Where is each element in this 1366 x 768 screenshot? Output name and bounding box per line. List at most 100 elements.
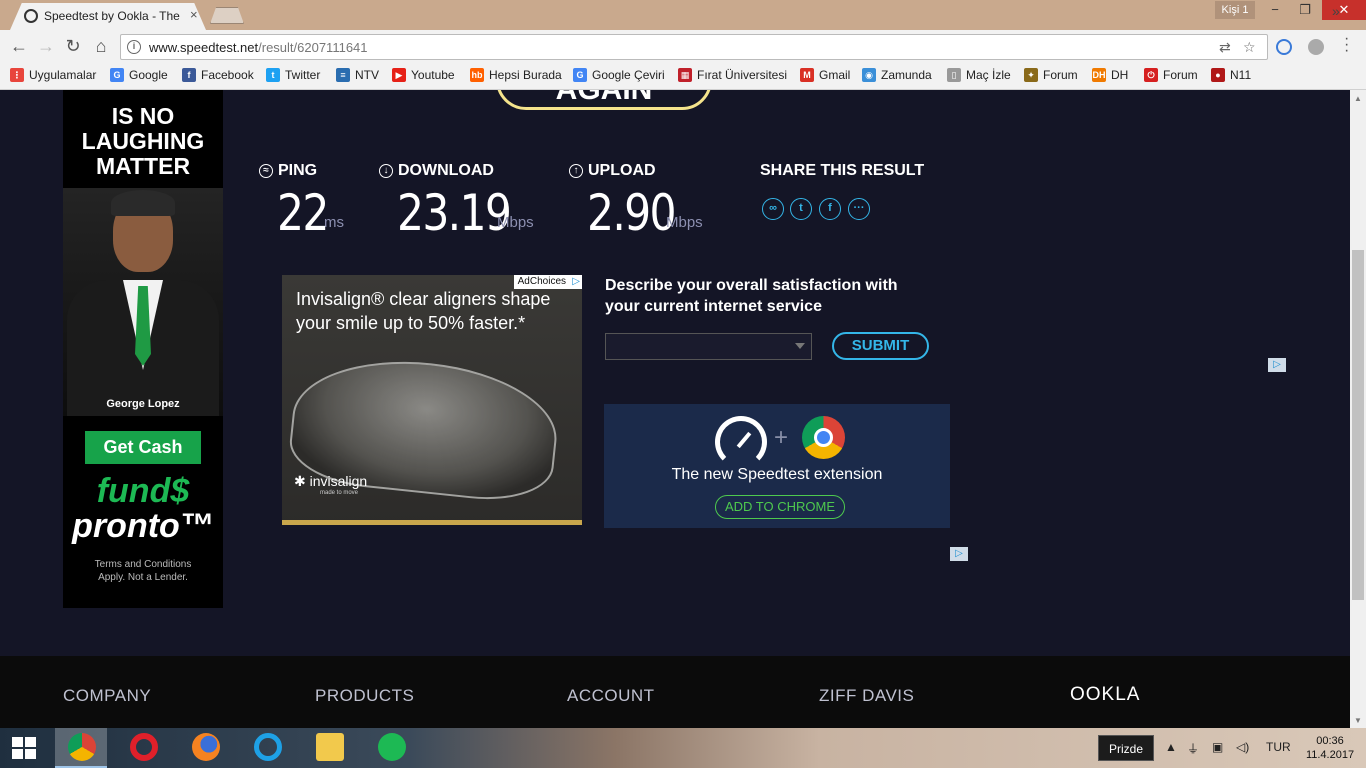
ad-headline-2: LAUGHING	[81, 128, 205, 154]
ookla-logo[interactable]: OOKLA	[1070, 684, 1140, 706]
address-bar[interactable]: i www.speedtest.net/result/6207111641 ⇄ …	[120, 34, 1268, 60]
bookmark-label: Twitter	[285, 68, 321, 82]
home-icon[interactable]: ⌂	[90, 36, 112, 57]
maximize-button[interactable]: ❐	[1290, 0, 1320, 20]
bookmark-item[interactable]: t Twitter	[266, 68, 320, 82]
speedtest-gauge-icon	[715, 416, 767, 468]
bookmark-item[interactable]: ▯ Maç İzle	[947, 68, 1011, 82]
bookmark-item[interactable]: ▦ Fırat Üniversitesi	[678, 68, 787, 82]
spotify-icon	[378, 733, 406, 761]
satisfaction-select[interactable]	[605, 333, 812, 360]
bookmark-item[interactable]: G Google Çeviri	[573, 68, 665, 82]
facebook-icon[interactable]: f	[819, 198, 841, 220]
system-clock[interactable]: 00:36 11.4.2017	[1302, 734, 1358, 762]
new-tab-button[interactable]	[210, 7, 244, 24]
site-info-icon[interactable]: i	[127, 40, 141, 54]
bookmark-favicon-icon: M	[800, 68, 814, 82]
ad-headline-3: MATTER	[95, 153, 191, 179]
download-value: 23.19	[397, 184, 512, 242]
profile-button[interactable]: Kişi 1	[1215, 1, 1255, 19]
ping-value: 22	[277, 184, 329, 242]
footer-products[interactable]: PRODUCTS	[315, 686, 414, 706]
get-cash-button[interactable]: Get Cash	[85, 431, 201, 464]
input-language[interactable]: TUR	[1266, 740, 1291, 754]
invisalign-ad[interactable]: AdChoices Invisalign® clear aligners sha…	[282, 275, 582, 525]
ad-terms: Terms and Conditions Apply. Not a Lender…	[94, 559, 192, 583]
bookmark-item[interactable]: hb Hepsi Burada	[470, 68, 562, 82]
bookmark-label: Youtube	[411, 68, 455, 82]
back-arrow-icon[interactable]: ←	[8, 36, 30, 57]
bookmark-item[interactable]: ✦ Forum	[1024, 68, 1078, 82]
translate-icon[interactable]: ⇄	[1219, 39, 1231, 56]
adchoices-icon[interactable]: ▷	[1268, 358, 1286, 372]
extension-promo-text: The new Speedtest extension	[671, 466, 883, 483]
ad-person-image	[63, 188, 223, 416]
windows-taskbar: Prizde ▲ ⏚ ▣ ◁) TUR 00:36 11.4.2017	[0, 728, 1366, 768]
footer-account[interactable]: ACCOUNT	[567, 686, 655, 706]
tray-expand-icon[interactable]: ▲	[1165, 740, 1177, 754]
windows-start-icon[interactable]	[12, 737, 36, 759]
taskbar-firefox[interactable]	[179, 728, 231, 768]
extension-cloud-icon[interactable]	[1308, 39, 1324, 55]
bookmark-favicon-icon: G	[573, 68, 587, 82]
adchoices-icon[interactable]: ▷	[950, 547, 968, 561]
bookmark-item[interactable]: ⋮ Uygulamalar	[10, 68, 96, 82]
bookmark-favicon-icon: hb	[470, 68, 484, 82]
page-scrollbar[interactable]: ▲ ▼	[1350, 90, 1366, 728]
download-icon: ↓	[379, 164, 393, 178]
network-icon[interactable]: ▣	[1212, 740, 1223, 754]
bookmark-item[interactable]: ⏻ Forum	[1144, 68, 1198, 82]
bookmark-label: Google Çeviri	[592, 68, 665, 82]
forward-arrow-icon[interactable]: →	[35, 36, 57, 57]
bookmark-item[interactable]: G Google	[110, 68, 168, 82]
browser-tab-speedtest[interactable]: Speedtest by Ookla - The ×	[10, 3, 206, 30]
extension-sync-icon[interactable]	[1276, 39, 1292, 55]
power-plug-icon[interactable]: ⏚	[1187, 740, 1199, 757]
ping-unit: ms	[324, 214, 344, 231]
scroll-up-icon[interactable]: ▲	[1354, 94, 1362, 103]
bookmark-label: Fırat Üniversitesi	[697, 68, 788, 82]
bookmark-item[interactable]: ▶ Youtube	[392, 68, 455, 82]
bookmark-item[interactable]: f Facebook	[182, 68, 254, 82]
footer-ziff-davis[interactable]: ZIFF DAVIS	[819, 686, 914, 706]
ping-icon: ≈	[259, 164, 273, 178]
bookmark-favicon-icon: ▦	[678, 68, 692, 82]
twitter-icon[interactable]: t	[790, 198, 812, 220]
volume-icon[interactable]: ◁)	[1236, 740, 1249, 754]
chrome-logo-icon	[802, 416, 845, 459]
bookmark-item[interactable]: M Gmail	[800, 68, 850, 82]
footer-company[interactable]: COMPANY	[63, 686, 151, 706]
bookmark-star-icon[interactable]: ☆	[1243, 39, 1256, 56]
chrome-icon	[68, 733, 96, 761]
taskbar-spotify[interactable]	[365, 728, 417, 768]
extension-promo[interactable]: + The new Speedtest extension ADD TO CHR…	[604, 404, 950, 528]
scroll-thumb[interactable]	[1352, 250, 1364, 600]
taskbar-opera[interactable]	[117, 728, 169, 768]
fundpronto-ad[interactable]: IS NO LAUGHING MATTER George Lopez Get C…	[63, 90, 223, 608]
bookmark-item[interactable]: ● N11	[1211, 68, 1251, 82]
bookmarks-overflow-icon[interactable]: »	[1332, 3, 1340, 19]
download-result: ↓ DOWNLOAD 23.19 Mbps	[379, 162, 534, 242]
bookmark-item[interactable]: DH DH	[1092, 68, 1128, 82]
test-again-button[interactable]: AGAIN	[496, 90, 712, 110]
taskbar-internet-explorer[interactable]	[241, 728, 293, 768]
reload-icon[interactable]: ↻	[62, 36, 84, 57]
page-content: IS NO LAUGHING MATTER George Lopez Get C…	[0, 90, 1350, 728]
tab-close-icon[interactable]: ×	[190, 7, 198, 22]
bookmark-favicon-icon: ✦	[1024, 68, 1038, 82]
scroll-down-icon[interactable]: ▼	[1354, 716, 1362, 725]
taskbar-chrome[interactable]	[55, 728, 107, 768]
bookmark-item[interactable]: ◉ Zamunda	[862, 68, 932, 82]
url-text[interactable]: www.speedtest.net/result/6207111641	[149, 40, 368, 55]
firefox-icon	[192, 733, 220, 761]
link-icon[interactable]: ∞	[762, 198, 784, 220]
close-window-button[interactable]: ✕	[1322, 0, 1366, 20]
bookmark-item[interactable]: ≡ NTV	[336, 68, 379, 82]
more-icon[interactable]: ···	[848, 198, 870, 220]
menu-kebab-icon[interactable]: · · ·	[1344, 31, 1349, 59]
taskbar-file-explorer[interactable]	[303, 728, 355, 768]
minimize-button[interactable]: −	[1260, 0, 1290, 20]
add-to-chrome-button[interactable]: ADD TO CHROME	[715, 495, 845, 519]
submit-button[interactable]: SUBMIT	[832, 332, 929, 360]
invisalign-headline: Invisalign® clear aligners shape your sm…	[296, 289, 551, 333]
